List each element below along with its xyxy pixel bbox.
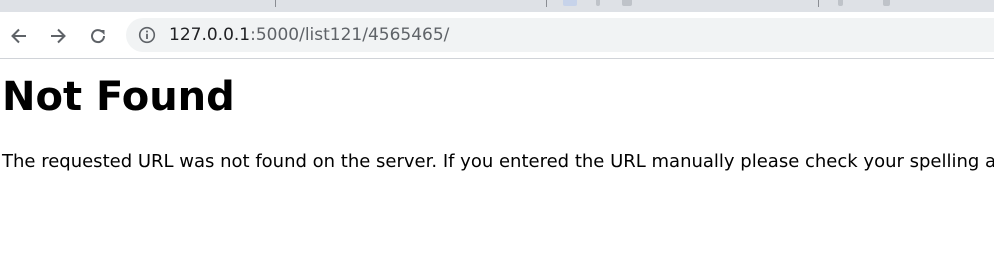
url-host: 127.0.0.1 (169, 25, 251, 45)
back-arrow-icon (11, 28, 26, 44)
error-message: The requested URL was not found on the s… (2, 151, 994, 172)
back-button[interactable] (6, 23, 32, 49)
tab-separator (275, 0, 276, 7)
url-path: :5000/list121/4565465/ (250, 25, 450, 45)
tab-favicon-fragment[interactable] (838, 0, 843, 6)
tab-separator (546, 0, 547, 7)
tab-separator (818, 0, 819, 7)
tab-title-fragment[interactable] (622, 0, 632, 6)
page-content: Not Found The requested URL was not foun… (0, 59, 994, 272)
info-icon[interactable] (138, 26, 156, 44)
tab-title-fragment[interactable] (596, 0, 600, 6)
forward-button[interactable] (45, 23, 71, 49)
browser-toolbar: 127.0.0.1:5000/list121/4565465/ (0, 12, 994, 59)
reload-icon (91, 29, 106, 44)
tab-title-fragment[interactable] (883, 0, 890, 6)
tab-strip (0, 0, 994, 12)
address-bar[interactable]: 127.0.0.1:5000/list121/4565465/ (126, 18, 994, 52)
reload-button[interactable] (85, 23, 111, 49)
tab-favicon-fragment[interactable] (563, 0, 577, 6)
page-title: Not Found (2, 74, 235, 120)
url-text[interactable]: 127.0.0.1:5000/list121/4565465/ (169, 25, 449, 45)
forward-arrow-icon (51, 28, 66, 44)
